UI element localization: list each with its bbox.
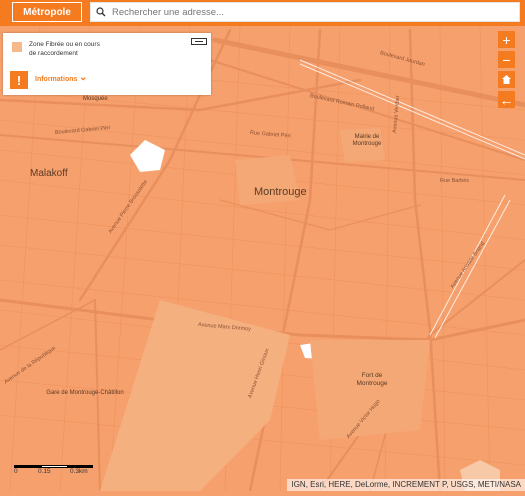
home-button[interactable] <box>498 71 515 88</box>
map-attribution: IGN, Esri, HERE, DeLorme, INCREMENT P, U… <box>287 479 525 491</box>
chevron-down-icon[interactable]: ⌄ <box>79 72 87 83</box>
scale-label-end: 0.3km <box>70 468 88 475</box>
place-label-mosque: Mosquée <box>83 96 108 102</box>
place-label-mairie: Mairie de Montrouge <box>352 134 382 147</box>
zoom-in-button[interactable]: + <box>498 31 515 48</box>
info-warning-icon: ! <box>10 71 28 89</box>
street-label-rue-barbes: Rue Barbès <box>440 178 470 184</box>
legend-swatch <box>12 42 22 52</box>
home-icon <box>502 75 511 84</box>
search-box[interactable] <box>90 2 520 22</box>
place-label-fort: Fort de Montrouge <box>356 372 388 387</box>
place-label-gare: Gare de Montrouge-Châtillon <box>46 390 124 396</box>
place-label-malakoff: Malakoff <box>30 168 68 179</box>
legend-item-label: Zone Fibrée ou en cours de raccordement <box>29 41 100 57</box>
zoom-out-button[interactable]: − <box>498 51 515 68</box>
search-input[interactable] <box>110 5 514 19</box>
search-icon <box>96 7 106 17</box>
metropole-button[interactable]: Métropole <box>12 2 82 22</box>
collapse-legend-button[interactable] <box>191 38 207 45</box>
legend-panel: Zone Fibrée ou en cours de raccordement … <box>3 33 211 95</box>
place-label-montrouge: Montrouge <box>254 186 307 198</box>
minus-icon <box>195 41 203 42</box>
scale-label-mid: 0.15 <box>38 468 51 475</box>
scale-label-zero: 0 <box>14 468 18 475</box>
back-button[interactable]: ← <box>498 91 515 108</box>
top-bar: Métropole <box>0 0 525 26</box>
informations-toggle[interactable]: Informations <box>35 76 77 83</box>
